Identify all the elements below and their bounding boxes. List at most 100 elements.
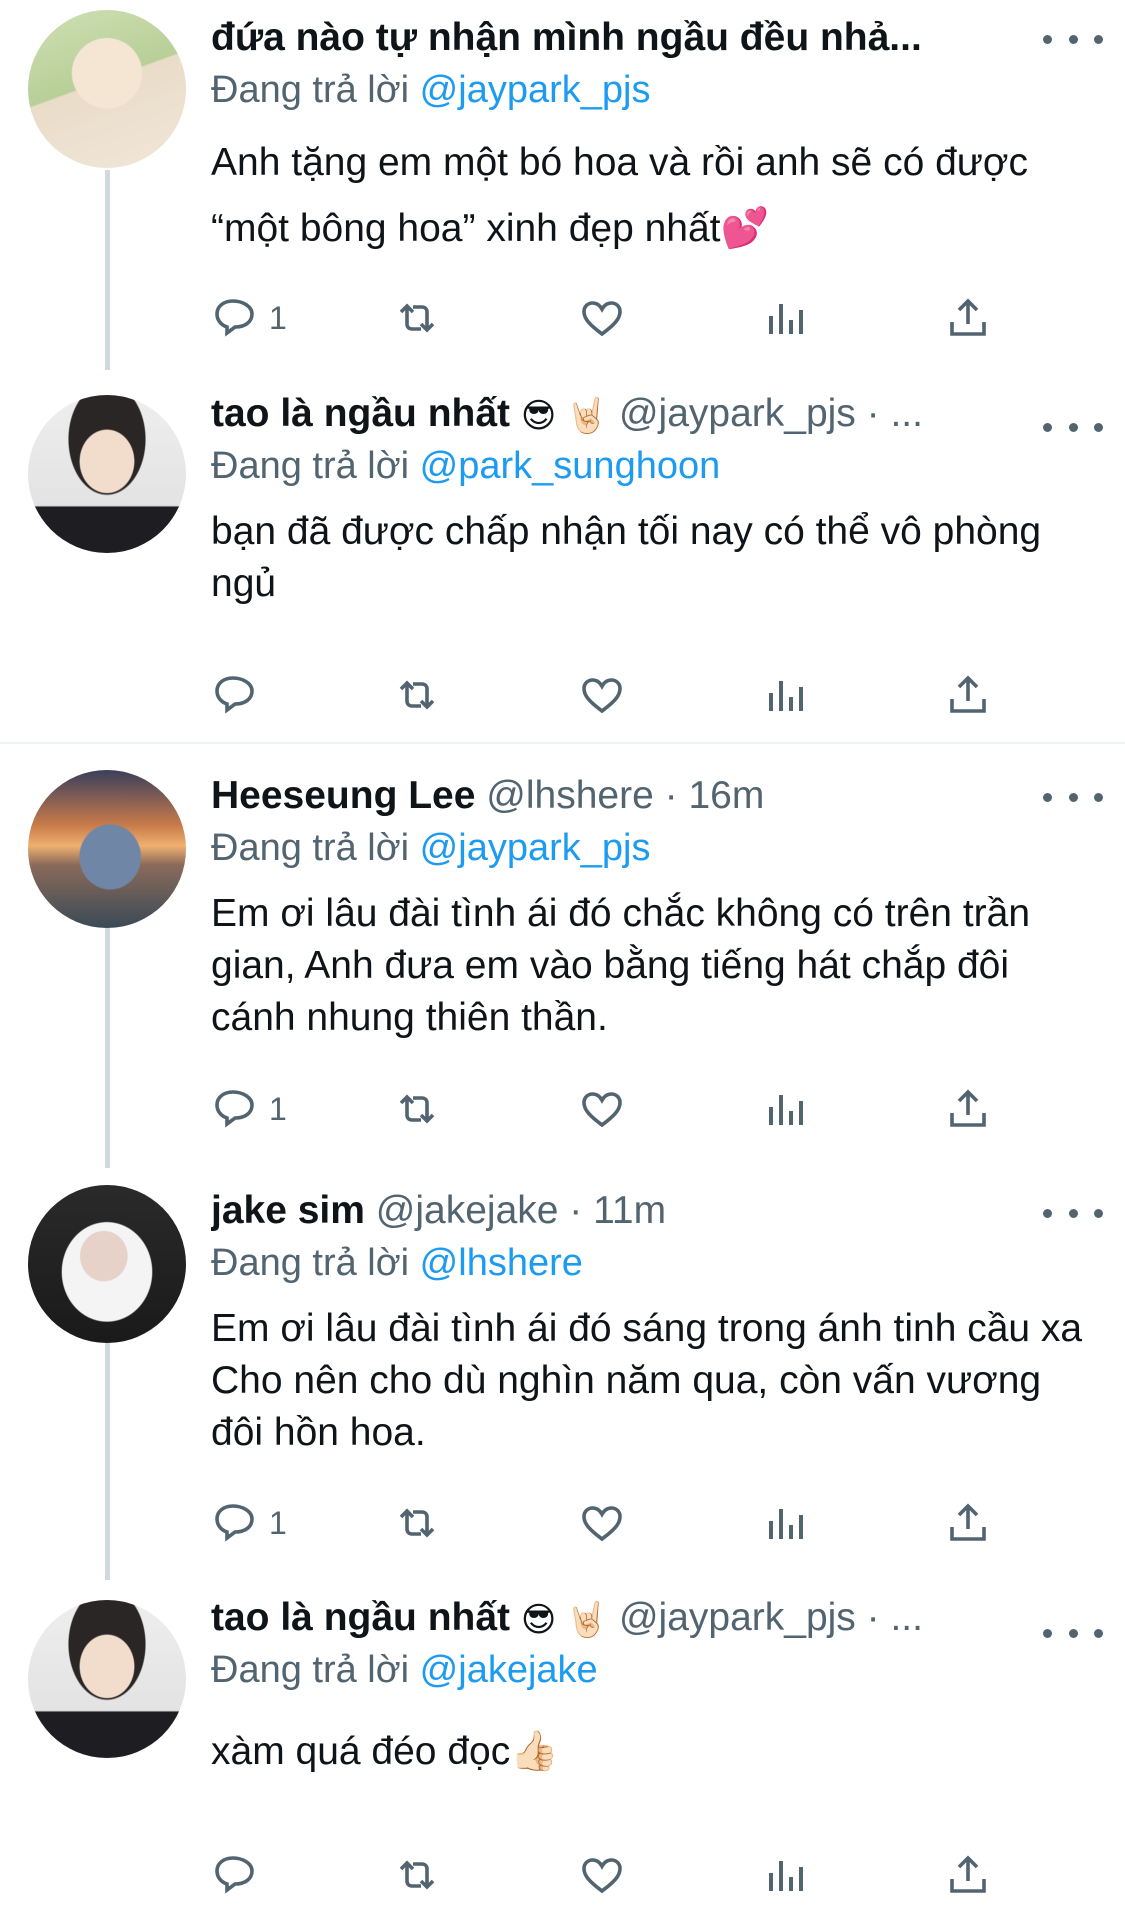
handle[interactable]: @lhshere · 16m — [486, 774, 764, 817]
retweet-button[interactable] — [393, 665, 441, 725]
share-icon — [950, 1855, 986, 1893]
display-name[interactable]: Heeseung Lee — [211, 774, 475, 817]
tweet-text: Anh tặng em một bó hoa và rồi anh sẽ có … — [211, 141, 1028, 250]
tweet[interactable]: tao là ngầu nhất 😎 🤘🏻 @jaypark_pjs · ...… — [0, 1590, 1125, 1894]
handle[interactable]: @jaypark_pjs · ... — [619, 1596, 923, 1639]
replying-to: Đang trả lời @jakejake — [211, 1649, 598, 1691]
reply-icon — [215, 299, 254, 337]
share-icon — [950, 298, 986, 336]
avatar[interactable] — [28, 1185, 186, 1343]
reply-icon — [215, 1504, 254, 1542]
heart-icon — [582, 1858, 622, 1894]
thread-line — [105, 170, 110, 370]
heart-icon — [582, 678, 622, 714]
retweet-button[interactable] — [393, 1845, 441, 1905]
display-name[interactable]: tao là ngầu nhất — [211, 392, 510, 435]
retweet-icon — [399, 303, 435, 333]
like-button[interactable] — [578, 1845, 626, 1905]
tweet-actions — [211, 1845, 1125, 1905]
tweet-actions — [211, 665, 1125, 725]
tweet-actions: 1 — [211, 1079, 1125, 1139]
heart-icon — [582, 1092, 622, 1128]
handle[interactable]: @jaypark_pjs · ... — [619, 392, 923, 435]
retweet-button[interactable] — [393, 1079, 441, 1139]
analytics-icon — [769, 1095, 803, 1125]
analytics-icon — [769, 304, 803, 334]
tweet-text: Em ơi lâu đài tình ái đó chắc không có t… — [211, 892, 1031, 1039]
more-options-icon[interactable] — [1043, 412, 1103, 442]
reply-icon — [215, 1856, 254, 1894]
tweet-actions: 1 — [211, 288, 1125, 348]
tweet-header: tao là ngầu nhất 😎 🤘🏻 @jaypark_pjs · ... — [211, 1592, 1095, 1644]
tweet-text: Em ơi lâu đài tình ái đó sáng trong ánh … — [211, 1307, 1083, 1454]
retweet-icon — [399, 1094, 435, 1124]
share-button[interactable] — [944, 1079, 992, 1139]
retweet-icon — [399, 1860, 435, 1890]
share-button[interactable] — [944, 665, 992, 725]
reply-count: 1 — [269, 299, 287, 336]
tweet-header: đứa nào tự nhận mình ngầu đều nhả... — [211, 12, 1095, 64]
avatar[interactable] — [28, 395, 186, 553]
reply-button[interactable]: 1 — [211, 288, 287, 348]
avatar[interactable] — [28, 1600, 186, 1758]
more-options-icon[interactable] — [1043, 1198, 1103, 1228]
tweet[interactable]: Heeseung Lee @lhshere · 16m Đang trả lời… — [0, 750, 1125, 1168]
retweet-button[interactable] — [393, 1493, 441, 1553]
analytics-icon — [769, 681, 803, 711]
more-options-icon[interactable] — [1043, 24, 1103, 54]
tweet[interactable]: tao là ngầu nhất 😎 🤘🏻 @jaypark_pjs · ...… — [0, 380, 1125, 740]
reply-button[interactable]: 1 — [211, 1493, 287, 1553]
tweet-text: bạn đã được chấp nhận tối nay có thể vô … — [211, 510, 1042, 605]
tweet-header: Heeseung Lee @lhshere · 16m — [211, 770, 1095, 822]
share-button[interactable] — [944, 1493, 992, 1553]
share-icon — [950, 675, 986, 713]
tweet-header: jake sim @jakejake · 11m — [211, 1185, 1095, 1237]
display-name[interactable]: đứa nào tự nhận mình ngầu đều nhả... — [211, 16, 922, 59]
share-button[interactable] — [944, 288, 992, 348]
display-name[interactable]: tao là ngầu nhất — [211, 1596, 510, 1639]
more-options-icon[interactable] — [1043, 782, 1103, 812]
views-button[interactable] — [761, 1845, 809, 1905]
reply-mention-link[interactable]: @lhshere — [420, 1242, 583, 1284]
replying-to: Đang trả lời @park_sunghoon — [211, 445, 721, 487]
analytics-icon — [769, 1861, 803, 1891]
display-name[interactable]: jake sim — [211, 1189, 365, 1232]
tweet[interactable]: jake sim @jakejake · 11m Đang trả lời @l… — [0, 1165, 1125, 1580]
avatar[interactable] — [28, 10, 186, 168]
share-button[interactable] — [944, 1845, 992, 1905]
views-button[interactable] — [761, 1493, 809, 1553]
share-icon — [950, 1503, 986, 1541]
reply-icon — [215, 676, 254, 714]
thread-line — [105, 928, 110, 1168]
conversation-divider — [0, 742, 1125, 744]
reply-count: 1 — [269, 1504, 287, 1541]
reply-mention-link[interactable]: @jaypark_pjs — [420, 827, 651, 869]
tweet[interactable]: đứa nào tự nhận mình ngầu đều nhả... Đan… — [0, 0, 1125, 370]
like-button[interactable] — [578, 288, 626, 348]
reply-button[interactable] — [211, 1845, 269, 1905]
reply-mention-link[interactable]: @jaypark_pjs — [420, 69, 651, 111]
like-button[interactable] — [578, 1079, 626, 1139]
views-button[interactable] — [761, 288, 809, 348]
more-options-icon[interactable] — [1043, 1618, 1103, 1648]
reply-mention-link[interactable]: @jakejake — [420, 1649, 598, 1691]
replying-to: Đang trả lời @lhshere — [211, 1242, 583, 1284]
views-button[interactable] — [761, 665, 809, 725]
retweet-button[interactable] — [393, 288, 441, 348]
share-icon — [950, 1089, 986, 1127]
reply-count: 1 — [269, 1090, 287, 1127]
heart-icon — [582, 1506, 622, 1542]
tweet-header: tao là ngầu nhất 😎 🤘🏻 @jaypark_pjs · ... — [211, 388, 1095, 440]
replying-to: Đang trả lời @jaypark_pjs — [211, 827, 651, 869]
avatar[interactable] — [28, 770, 186, 928]
thread-line — [105, 1340, 110, 1580]
retweet-icon — [399, 1508, 435, 1538]
retweet-icon — [399, 680, 435, 710]
like-button[interactable] — [578, 1493, 626, 1553]
reply-button[interactable] — [211, 665, 269, 725]
handle[interactable]: @jakejake · 11m — [376, 1189, 666, 1232]
reply-mention-link[interactable]: @park_sunghoon — [420, 445, 721, 487]
reply-button[interactable]: 1 — [211, 1079, 287, 1139]
views-button[interactable] — [761, 1079, 809, 1139]
like-button[interactable] — [578, 665, 626, 725]
